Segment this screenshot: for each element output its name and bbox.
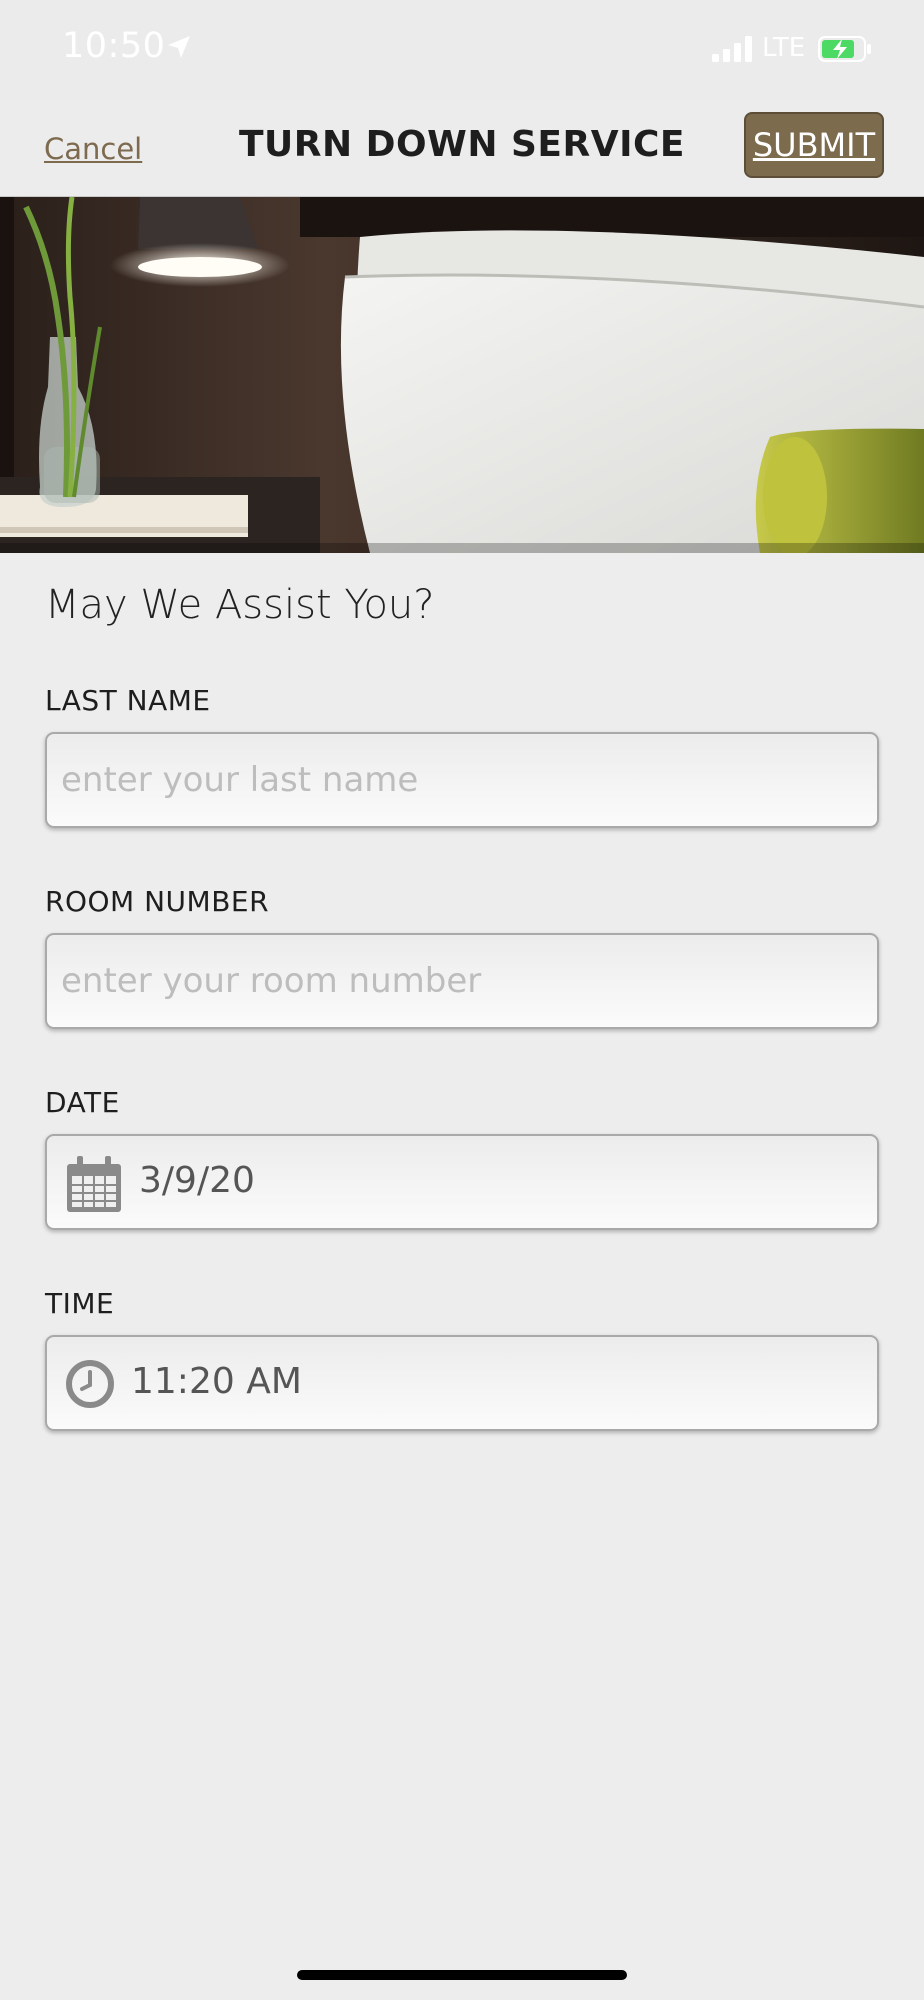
hotel-bed-photo bbox=[0, 197, 924, 553]
status-network: LTE bbox=[762, 33, 806, 63]
date-value: 3/9/20 bbox=[139, 1160, 255, 1201]
clock-icon bbox=[66, 1360, 114, 1408]
room-number-label: ROOM NUMBER bbox=[45, 885, 270, 918]
battery-charging-icon bbox=[818, 36, 871, 62]
hero-image bbox=[0, 197, 924, 553]
room-number-input[interactable] bbox=[61, 935, 861, 1027]
nav-bar: Cancel TURN DOWN SERVICE SUBMIT bbox=[0, 100, 924, 198]
time-label: TIME bbox=[45, 1287, 115, 1320]
home-indicator[interactable] bbox=[297, 1970, 627, 1980]
calendar-icon bbox=[67, 1156, 121, 1212]
last-name-field bbox=[45, 732, 879, 828]
time-picker-field[interactable]: 11:20 AM bbox=[45, 1335, 879, 1431]
cancel-button[interactable]: Cancel bbox=[44, 132, 142, 166]
status-bar: 10:50 LTE bbox=[0, 0, 924, 100]
room-number-field bbox=[45, 933, 879, 1029]
last-name-label: LAST NAME bbox=[45, 684, 211, 717]
time-value: 11:20 AM bbox=[131, 1361, 302, 1402]
submit-button[interactable]: SUBMIT bbox=[744, 112, 884, 178]
form-heading: May We Assist You? bbox=[45, 582, 435, 628]
status-time: 10:50 bbox=[62, 26, 166, 66]
date-label: DATE bbox=[45, 1086, 120, 1119]
cellular-signal-icon bbox=[712, 36, 752, 62]
last-name-input[interactable] bbox=[61, 734, 861, 826]
date-picker-field[interactable]: 3/9/20 bbox=[45, 1134, 879, 1230]
location-arrow-icon bbox=[168, 36, 190, 58]
